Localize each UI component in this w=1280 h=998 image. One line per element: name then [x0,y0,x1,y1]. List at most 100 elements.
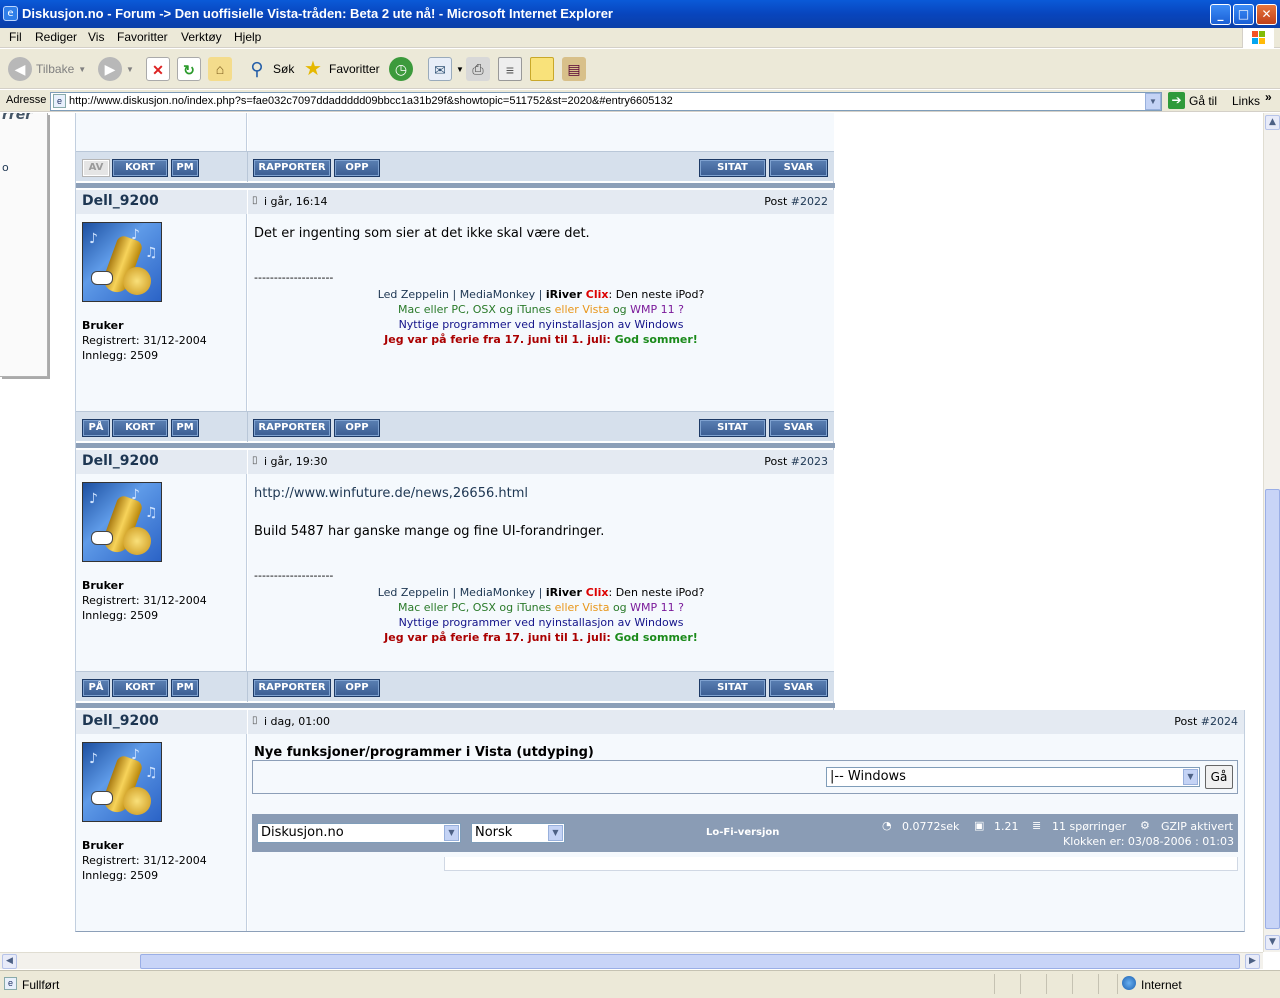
chevron-down-icon: ▼ [126,64,134,74]
page-icon: e [53,94,66,108]
lofi-link[interactable]: Lo-Fi-versjon [706,827,779,838]
post-link[interactable]: http://www.winfuture.de/news,26656.html [254,486,528,501]
menu-edit[interactable]: Rediger [35,30,77,44]
scroll-right-arrow[interactable]: ▶ [1245,954,1260,969]
quote-button[interactable]: SITAT [699,679,766,697]
scroll-thumb[interactable] [1265,489,1280,929]
signature-divider: -------------------- [254,271,334,284]
scroll-down-arrow[interactable]: ▼ [1265,935,1280,950]
top-button[interactable]: OPP [334,419,380,437]
back-button[interactable]: ◀ Tilbake ▼ [8,55,86,83]
language-select[interactable]: Norsk ▼ [471,823,565,843]
stop-button[interactable]: ✕ [146,55,170,83]
post-number[interactable]: Post #2022 [764,190,828,214]
author-meta: Bruker Registrert: 31/12-2004 Innlegg: 2… [82,318,207,363]
close-button[interactable]: ✕ [1256,4,1277,25]
skin-select[interactable]: Diskusjon.no ▼ [257,823,461,843]
forum-jump-go-button[interactable]: Gå [1205,765,1233,789]
home-button[interactable]: ⌂ [208,55,232,83]
profile-card-button[interactable]: KORT [112,159,168,177]
menu-help[interactable]: Hjelp [234,30,261,44]
mail-button[interactable]: ✉ ▼ [428,55,464,83]
pm-button[interactable]: PM [171,679,199,697]
refresh-button[interactable]: ↻ [177,55,201,83]
report-button[interactable]: RAPPORTER [253,679,331,697]
stop-icon: ✕ [146,57,170,81]
avatar: ♪ ♫ ♪ [82,742,162,822]
quote-button[interactable]: SITAT [699,419,766,437]
top-button[interactable]: OPP [334,159,380,177]
hscroll-thumb[interactable] [140,954,1240,969]
footer-strip [444,857,1238,871]
research-button[interactable]: ▤ [562,55,586,83]
post-number[interactable]: Post #2023 [764,450,828,474]
edit-icon: ≡ [498,57,522,81]
report-button[interactable]: RAPPORTER [253,159,331,177]
address-input[interactable]: e http://www.diskusjon.no/index.php?s=fa… [50,92,1162,111]
exec-time: 0.0772sek [902,820,960,833]
board-footer: Diskusjon.no ▼ Norsk ▼ Lo-Fi-versjon ◔ 0.0… [252,814,1238,852]
scroll-left-arrow[interactable]: ◀ [2,954,17,969]
horizontal-scrollbar[interactable]: ◀ ▶ [0,952,1263,969]
author-role: Bruker [82,839,124,852]
maximize-button[interactable]: □ [1233,4,1254,25]
toolbar: ◀ Tilbake ▼ ▶ ▼ ✕ ↻ ⌂ ⚲ Søk ★ Favoritter… [0,49,1280,89]
post-date: i går, 19:30 [264,455,328,468]
server-load: 1.21 [994,820,1019,833]
forum-jump-select[interactable]: |-- Windows ▼ [826,767,1200,787]
scroll-up-arrow[interactable]: ▲ [1265,115,1280,130]
window-title: Diskusjon.no - Forum -> Den uoffisielle … [22,6,613,21]
gzip-icon: ⚙ [1140,819,1150,832]
database-icon: ≣ [1032,819,1042,832]
avatar: ♪ ♫ ♪ [82,482,162,562]
chevron-right-icon[interactable]: » [1265,90,1272,104]
edit-button[interactable]: ≡ [498,55,522,83]
post-date: i går, 16:14 [264,195,328,208]
search-button[interactable]: ⚲ Søk [245,55,294,83]
minimize-button[interactable]: _ [1210,4,1231,25]
reply-button[interactable]: SVAR [769,159,828,177]
quote-button[interactable]: SITAT [699,159,766,177]
report-button[interactable]: RAPPORTER [253,419,331,437]
profile-card-button[interactable]: KORT [112,679,168,697]
menu-file[interactable]: Fil [9,30,22,44]
go-button[interactable]: ➔ Gå til [1168,92,1217,109]
vertical-scrollbar[interactable]: ▲ ▼ [1263,113,1280,952]
reply-button[interactable]: SVAR [769,419,828,437]
favorites-button[interactable]: ★ Favoritter [301,55,380,83]
author-role: Bruker [82,579,124,592]
profile-card-button[interactable]: KORT [112,419,168,437]
avatar: ♪ ♫ ♪ [82,222,162,302]
author-name[interactable]: Dell_9200 [82,453,159,469]
top-button[interactable]: OPP [334,679,380,697]
pm-button[interactable]: PM [171,419,199,437]
reply-button[interactable]: SVAR [769,679,828,697]
chevron-down-icon: ▼ [456,64,464,74]
menu-favorites[interactable]: Favoritter [117,30,168,44]
history-button[interactable]: ◷ [389,55,413,83]
go-label: Gå til [1189,93,1218,108]
menu-view[interactable]: Vis [88,30,104,44]
chevron-down-icon: ▼ [444,825,459,841]
server-clock: Klokken er: 03/08-2006 : 01:03 [1063,835,1234,848]
sidebar-link[interactable]: o [2,161,9,174]
forward-button[interactable]: ▶ ▼ [98,55,134,83]
post-heading: Nye funksjoner/programmer i Vista (utdyp… [254,745,594,760]
post-icon: ▯ [252,455,258,466]
menu-tools[interactable]: Verktøy [181,30,222,44]
pm-button[interactable]: PM [171,159,199,177]
home-icon: ⌂ [208,57,232,81]
post-divider [76,703,835,708]
author-name[interactable]: Dell_9200 [82,713,159,729]
address-dropdown-arrow[interactable]: ▼ [1145,93,1161,110]
post-number[interactable]: Post #2024 [1174,710,1238,734]
links-button[interactable]: Links [1232,94,1260,108]
forum-jump-box: |-- Windows ▼ Gå [252,760,1238,794]
online-status-button: AV [82,159,110,177]
author-post-count: Innlegg: 2509 [82,869,159,882]
print-button[interactable]: ⎙ [466,55,490,83]
discuss-button[interactable] [530,55,554,83]
author-name[interactable]: Dell_9200 [82,193,159,209]
author-registered: Registrert: 31/12-2004 [82,854,207,867]
back-label: Tilbake [36,62,75,76]
